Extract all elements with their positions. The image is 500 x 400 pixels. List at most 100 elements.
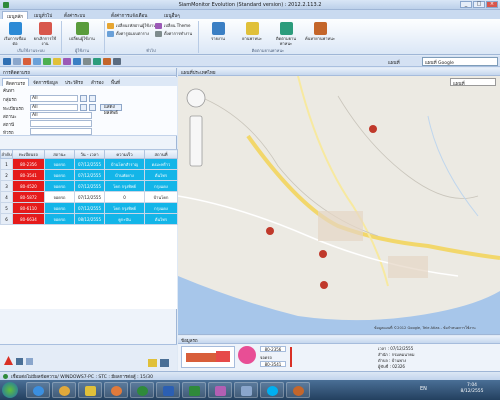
print-icon[interactable]	[83, 58, 91, 65]
clear-icon[interactable]	[89, 95, 96, 102]
change-password-button[interactable]: เปลี่ยนรหัสผ่านผู้ใช้งาน	[107, 22, 156, 29]
taskbar-media[interactable]	[104, 382, 128, 398]
table-row[interactable]: 2 80-3541 จอดรถ 07/12/2555 บ้านพังยาง ต้…	[0, 169, 178, 181]
hand-icon[interactable]	[13, 58, 21, 65]
table-row[interactable]: 4 80-5872 จอดรถ 07/12/2555 0 บ้านโคก	[0, 191, 178, 203]
info-plate-2: 80-3541	[260, 361, 286, 367]
table-row[interactable]: 1 80-2356 จอดรถ 07/12/2555 บ้านโคกสำราญ …	[0, 158, 178, 170]
clear-icon[interactable]	[89, 104, 96, 111]
tab-history[interactable]: ประวัติรถ	[62, 78, 86, 86]
connection-icon	[3, 374, 8, 379]
row-status: จอดรถ	[44, 169, 75, 181]
vehicle-info-panel: ข้อมูลรถ 80-2356 จอดรถ 80-3541 เวลา : 07…	[178, 336, 500, 382]
report-button[interactable]: รายงาน	[202, 22, 234, 41]
urban-area	[318, 211, 363, 241]
filter-label: สถานะ	[3, 115, 17, 120]
tab-area[interactable]: พื้นที่	[108, 78, 123, 86]
tab-other[interactable]: เมนูอื่นๆ	[160, 11, 184, 19]
map-layer-select[interactable]: แผนที่ Google	[422, 57, 498, 66]
table-format-button[interactable]: ตั้งค่ารูปแบบตาราง	[107, 30, 149, 37]
table-row[interactable]: 6 80-6634 จอดรถ 08/12/2555 คูกะบัน ต้นไท…	[0, 213, 178, 225]
col-place[interactable]: สถานที่	[144, 149, 178, 159]
minimize-button[interactable]: _	[460, 1, 472, 8]
map-canvas[interactable]	[178, 76, 500, 335]
table-row[interactable]: 3 80-4520 จอดรถ 07/12/2555 โคก กรุงทิพย์…	[0, 180, 178, 192]
tab-alerts[interactable]: ตั้งค่าการแจ้งเตือน	[107, 11, 151, 19]
tab-settings[interactable]: ตั้งค่าระบบ	[60, 11, 89, 19]
row-place: บ้านโคก	[144, 191, 178, 203]
tab-main[interactable]: เมนูหลัก	[2, 11, 29, 20]
work-settings-button[interactable]: ตั้งค่าการทำงาน	[155, 30, 192, 37]
table-row[interactable]: 5 80-6110 จอดรถ 07/12/2555 โคก กรุงทิพย์…	[0, 202, 178, 214]
stop-icon[interactable]	[16, 358, 23, 365]
list-icon[interactable]	[26, 358, 33, 365]
vehicle-avatar	[238, 346, 256, 364]
vehicle-button[interactable]: ยานพาหนะ	[236, 22, 268, 41]
zoom-out-icon[interactable]	[33, 58, 41, 65]
pointer-icon[interactable]	[3, 58, 11, 65]
track-label: ติดตามยานพาหนะ	[276, 36, 296, 46]
col-datetime[interactable]: วัน - เวลา	[74, 149, 105, 159]
tab-data[interactable]: จัดการข้อมูล	[30, 78, 61, 86]
col-speed[interactable]: ความเร็ว	[104, 149, 145, 159]
head-field[interactable]	[30, 128, 92, 135]
disconnect-label: ยกเลิกการใช้งาน	[33, 36, 57, 46]
map-layer-label: แผนที่	[388, 61, 400, 66]
alert-icon[interactable]	[4, 356, 13, 365]
truck-icon[interactable]	[113, 58, 121, 65]
row-speed: โคก กรุงทิพย์	[104, 202, 145, 214]
map-type-select[interactable]: แผนที่	[450, 78, 496, 87]
disconnect-button[interactable]: ยกเลิกการใช้งาน	[32, 22, 58, 46]
zoom-in-icon[interactable]	[23, 58, 31, 65]
clock[interactable]: 7:04 8/12/2555	[446, 383, 498, 395]
connect-button[interactable]: เริ่มการเชื่อมต่อ	[2, 22, 28, 46]
group-field[interactable]: All	[30, 95, 78, 102]
theme-button[interactable]: เปลี่ยน Theme	[155, 22, 191, 29]
taskbar-app[interactable]	[130, 382, 154, 398]
taskbar-excel[interactable]	[182, 382, 206, 398]
measure-icon[interactable]	[73, 58, 81, 65]
row-speed: โคก กรุงทิพย์	[104, 180, 145, 192]
status-field[interactable]: All	[30, 112, 92, 119]
route-icon[interactable]	[63, 58, 71, 65]
panel-title: การติดตามรถ	[0, 68, 176, 76]
close-button[interactable]: ×	[486, 1, 498, 8]
row-status: จอดรถ	[44, 180, 75, 192]
start-button[interactable]	[2, 382, 18, 398]
tab-general[interactable]: เมนูทั่วไป	[30, 11, 56, 19]
search-icon[interactable]	[80, 104, 87, 111]
layer-icon[interactable]	[103, 58, 111, 65]
taskbar-skype[interactable]	[260, 382, 284, 398]
taskbar-explorer[interactable]	[78, 382, 102, 398]
word-icon	[163, 386, 174, 396]
taskbar-chrome[interactable]	[52, 382, 76, 398]
info-status: จอดรถ	[260, 355, 272, 360]
track-button[interactable]: ติดตามยานพาหนะ	[270, 22, 302, 46]
taskbar-ie[interactable]	[26, 382, 50, 398]
col-status[interactable]: สถานะ	[44, 149, 75, 159]
taskbar-word[interactable]	[156, 382, 180, 398]
taskbar-tool[interactable]	[286, 382, 310, 398]
plate-field[interactable]: All	[30, 104, 78, 111]
save-icon[interactable]	[93, 58, 101, 65]
info-driver: ผู้ขับขี่ : 02326	[378, 364, 405, 369]
row-plate: 80-6110	[12, 202, 45, 214]
col-plate[interactable]: ทะเบียนรถ	[12, 149, 45, 159]
show-results-button[interactable]: แสดงผลลัพธ์	[100, 104, 122, 116]
folder-icon[interactable]	[148, 359, 157, 367]
tab-backup[interactable]: สำรอง	[88, 78, 107, 86]
map-panel[interactable]: แผนที่ประเทศไทย แผนที่ ข้อมูลแผนที่ ©201…	[178, 68, 500, 335]
maximize-button[interactable]: □	[473, 1, 485, 8]
taskbar-notepad[interactable]	[234, 382, 258, 398]
refresh-icon[interactable]	[43, 58, 51, 65]
find-vehicle-button[interactable]: ค้นหายานพาหนะ	[304, 22, 336, 41]
language-indicator[interactable]: EN	[420, 386, 427, 392]
col-index[interactable]: ลำดับ	[0, 149, 13, 159]
taskbar-paint[interactable]	[208, 382, 232, 398]
station-field[interactable]	[30, 120, 92, 127]
tab-tracking[interactable]: ติดตามรถ	[2, 78, 30, 87]
settings-icon[interactable]	[160, 359, 169, 367]
change-user-button[interactable]: เปลี่ยนผู้ใช้งาน	[64, 22, 100, 41]
search-icon[interactable]	[80, 95, 87, 102]
marker-icon[interactable]	[53, 58, 61, 65]
